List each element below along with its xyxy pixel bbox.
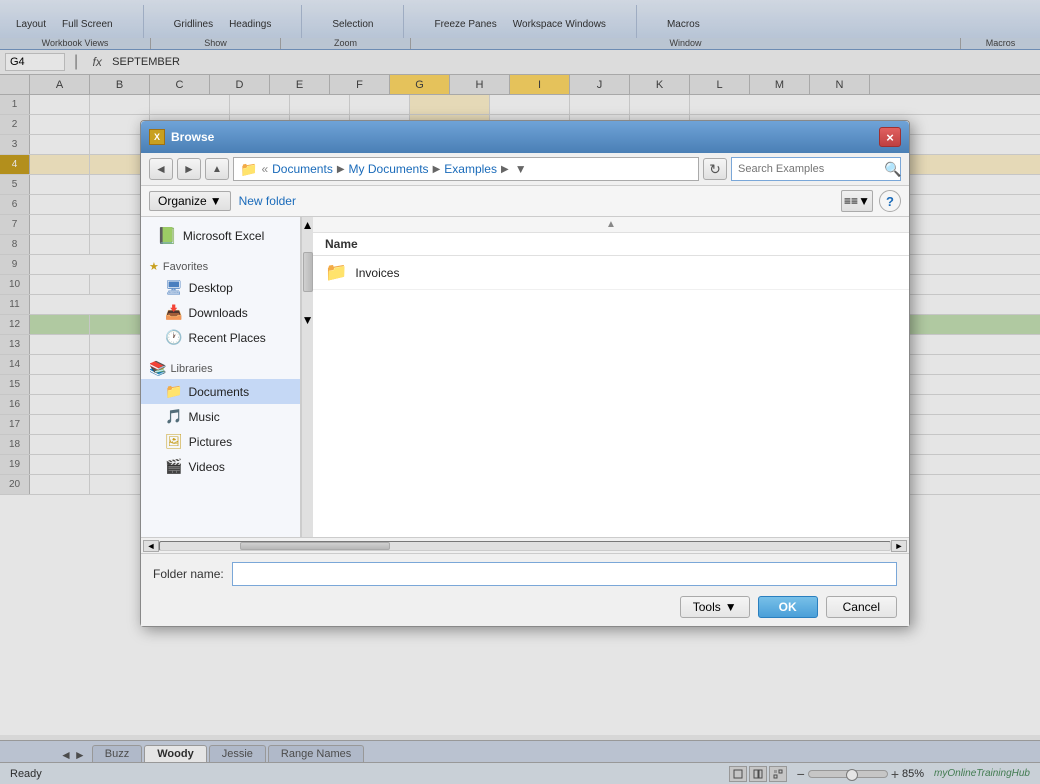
search-box: 🔍	[731, 157, 901, 181]
toolbar-left: Organize ▼ New folder	[149, 191, 296, 211]
panel-microsoft-excel[interactable]: 📗 Microsoft Excel	[141, 222, 300, 250]
scroll-right-btn[interactable]: ►	[891, 540, 907, 552]
favorites-star-icon: ★	[149, 260, 159, 273]
scroll-track[interactable]	[159, 541, 891, 551]
panel-music[interactable]: 🎵 Music	[141, 404, 300, 429]
button-row: Tools ▼ OK Cancel	[153, 596, 897, 618]
panel-scrollbar[interactable]: ▲ ▼	[301, 217, 313, 537]
path-breadcrumb: 📁 « Documents ▶ My Documents ▶ Examples …	[233, 157, 699, 181]
search-input[interactable]	[738, 163, 880, 175]
panel-pictures[interactable]: 🖼 Pictures	[141, 429, 300, 454]
up-button[interactable]: ▲	[205, 158, 229, 180]
organize-button[interactable]: Organize ▼	[149, 191, 231, 211]
videos-label: Videos	[188, 460, 224, 474]
dialog-titlebar: X Browse ×	[141, 121, 909, 153]
videos-icon: 🎬	[165, 458, 182, 475]
browse-dialog: X Browse × ◄ ► ▲ 📁 « Documents ▶ My Docu…	[140, 120, 910, 627]
new-folder-button[interactable]: New folder	[239, 194, 296, 208]
libraries-header: 📚 Libraries	[141, 356, 300, 379]
sort-header-area: ▲	[313, 217, 909, 233]
view-toggle-button[interactable]: ≡≡ ▼	[841, 190, 873, 212]
dialog-title-text: Browse	[171, 130, 214, 144]
music-label: Music	[188, 410, 219, 424]
invoices-label: Invoices	[355, 266, 399, 280]
right-panel: ▲ Name 📁 Invoices	[313, 217, 909, 537]
path-my-documents[interactable]: My Documents	[349, 162, 429, 176]
back-button[interactable]: ◄	[149, 158, 173, 180]
help-button[interactable]: ?	[879, 190, 901, 212]
ms-excel-icon: 📗	[157, 226, 177, 246]
path-examples[interactable]: Examples	[444, 162, 497, 176]
scroll-thumb[interactable]	[240, 542, 390, 550]
panel-desktop[interactable]: 🖥 Desktop	[141, 275, 300, 300]
file-item-invoices[interactable]: 📁 Invoices	[313, 256, 909, 290]
panel-scroll-up[interactable]: ▲	[302, 217, 313, 232]
desktop-icon: 🖥	[165, 279, 183, 296]
panel-documents[interactable]: 📁 Documents	[141, 379, 300, 404]
dialog-bottom: Folder name: Tools ▼ OK Cancel	[141, 553, 909, 626]
excel-title-icon: X	[149, 129, 165, 145]
forward-button[interactable]: ►	[177, 158, 201, 180]
tools-label: Tools	[693, 600, 721, 614]
downloads-icon: 📥	[165, 304, 182, 321]
left-panel: 📗 Microsoft Excel ★ Favorites 🖥 Desktop …	[141, 217, 301, 537]
pictures-label: Pictures	[189, 435, 232, 449]
folder-name-input[interactable]	[232, 562, 897, 586]
dialog-body: 📗 Microsoft Excel ★ Favorites 🖥 Desktop …	[141, 217, 909, 537]
path-arrow-2: ▶	[433, 164, 441, 175]
tools-dropdown-icon: ▼	[725, 600, 737, 614]
organize-dropdown-icon: ▼	[210, 194, 222, 208]
documents-label: Documents	[188, 385, 249, 399]
downloads-label: Downloads	[188, 306, 247, 320]
documents-icon: 📁	[165, 383, 182, 400]
sort-arrow: ▲	[606, 219, 616, 230]
close-button[interactable]: ×	[879, 127, 901, 147]
dialog-toolbar: Organize ▼ New folder ≡≡ ▼ ?	[141, 186, 909, 217]
music-icon: 🎵	[165, 408, 182, 425]
file-list-header: Name	[313, 233, 909, 256]
path-arrow-1: ▶	[337, 164, 345, 175]
path-dropdown-btn[interactable]: ▼	[513, 160, 529, 178]
recent-places-label: Recent Places	[188, 331, 265, 345]
folder-name-label: Folder name:	[153, 567, 224, 581]
horizontal-scrollbar[interactable]: ◄ ►	[141, 537, 909, 553]
panel-scroll-thumb[interactable]	[303, 252, 313, 292]
pictures-icon: 🖼	[165, 433, 183, 450]
scroll-left-btn[interactable]: ◄	[143, 540, 159, 552]
refresh-button[interactable]: ↻	[703, 158, 727, 180]
libraries-icon: 📚	[149, 360, 166, 377]
cancel-button[interactable]: Cancel	[826, 596, 897, 618]
ms-excel-label: Microsoft Excel	[183, 229, 264, 243]
path-documents[interactable]: Documents	[272, 162, 333, 176]
search-icon[interactable]: 🔍	[884, 161, 901, 178]
nav-bar: ◄ ► ▲ 📁 « Documents ▶ My Documents ▶ Exa…	[141, 153, 909, 186]
panel-downloads[interactable]: 📥 Downloads	[141, 300, 300, 325]
favorites-label: Favorites	[163, 261, 208, 273]
desktop-label: Desktop	[189, 281, 233, 295]
path-arrow-3: ▶	[501, 164, 509, 175]
favorites-header: ★ Favorites	[141, 256, 300, 275]
recent-places-icon: 🕐	[165, 329, 182, 346]
panel-scroll-down[interactable]: ▼	[302, 312, 313, 327]
dialog-title-area: X Browse	[149, 129, 214, 145]
tools-button[interactable]: Tools ▼	[680, 596, 750, 618]
ok-button[interactable]: OK	[758, 596, 818, 618]
name-column-header: Name	[325, 237, 358, 251]
view-dropdown-icon: ▼	[858, 194, 870, 208]
toolbar-right: ≡≡ ▼ ?	[841, 190, 901, 212]
folder-name-row: Folder name:	[153, 562, 897, 586]
panel-videos[interactable]: 🎬 Videos	[141, 454, 300, 479]
libraries-label: Libraries	[170, 363, 212, 375]
invoices-folder-icon: 📁	[325, 262, 347, 283]
panel-recent-places[interactable]: 🕐 Recent Places	[141, 325, 300, 350]
